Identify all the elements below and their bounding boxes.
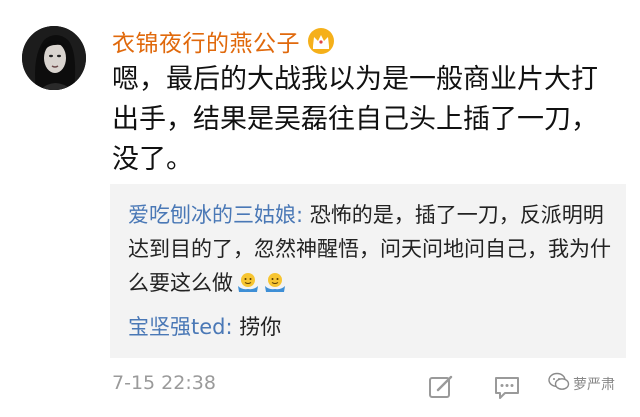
avatar[interactable]: [22, 26, 86, 90]
comment-timestamp: 7-15 22:38: [112, 372, 216, 394]
reply-item: 爱吃刨冰的三姑娘: 恐怖的是，插了一刀，反派明明达到目的了，忽然神醒悟，问天问地…: [128, 198, 614, 300]
crown-icon: [306, 27, 336, 55]
reply-box: 爱吃刨冰的三姑娘: 恐怖的是，插了一刀，反派明明达到目的了，忽然神醒悟，问天问地…: [110, 184, 626, 358]
reply-text: 捞你: [232, 315, 282, 339]
watermark-text: 萝严肃: [573, 377, 615, 393]
reply-username[interactable]: 爱吃刨冰的三姑娘:: [128, 203, 303, 227]
comment-text: 嗯，最后的大战我以为是一般商业片大打出手，结果是吴磊往自己头上插了一刀，没了。: [112, 64, 598, 175]
reply-item: 宝坚强ted: 捞你: [128, 310, 281, 344]
comment-icon[interactable]: [493, 374, 521, 400]
comment-header: 衣锦夜行的燕公子: [112, 24, 336, 58]
edit-icon[interactable]: [427, 374, 455, 400]
shrug-emoji-icon: [236, 270, 260, 294]
reply-username[interactable]: 宝坚强ted:: [128, 315, 233, 339]
wechat-icon: [548, 372, 570, 396]
shrug-emoji-icon: [263, 270, 287, 294]
comment-username[interactable]: 衣锦夜行的燕公子: [112, 24, 300, 58]
watermark: 萝严肃: [548, 372, 615, 396]
